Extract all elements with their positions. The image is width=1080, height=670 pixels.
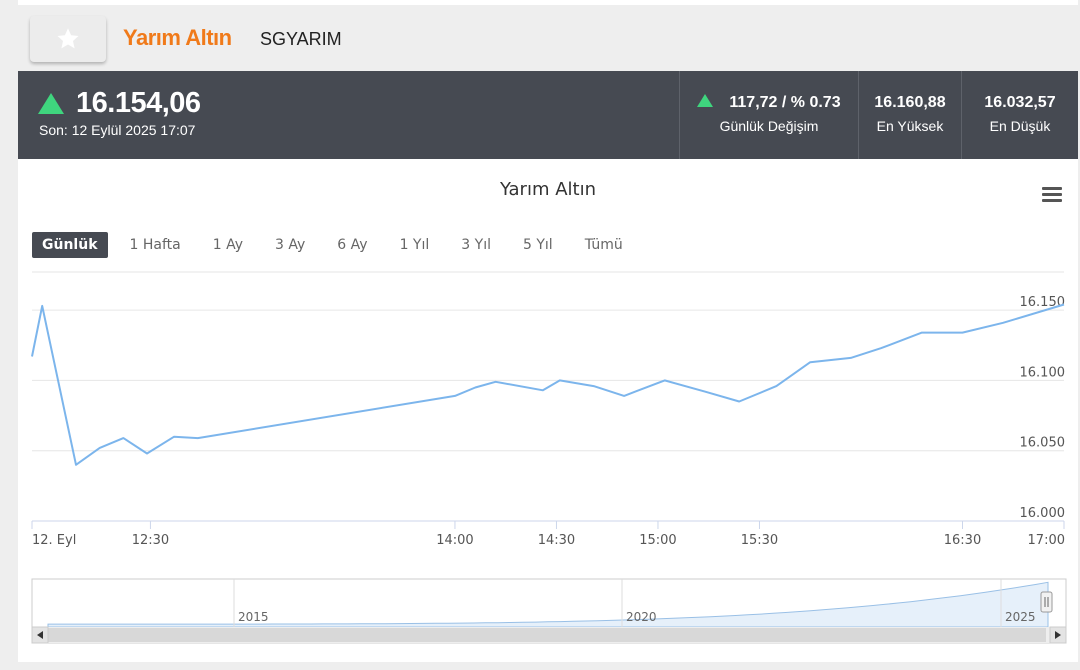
y-axis-tick-label: 16.050 (1020, 436, 1066, 451)
range-button-daily[interactable]: Günlük (32, 232, 108, 258)
hamburger-menu-icon[interactable] (1042, 187, 1062, 205)
x-axis-tick-label: 12:30 (132, 533, 169, 548)
day-high-cell: 16.160,88 En Yüksek (858, 71, 961, 159)
last-update-time: Son: 12 Eylül 2025 17:07 (39, 122, 196, 138)
drag-handle-icon[interactable] (1040, 591, 1053, 613)
daily-change-cell: 117,72 / % 0.73 Günlük Değişim (679, 71, 858, 159)
navigator[interactable]: 2015 2020 2025 (31, 578, 1067, 644)
instrument-header: Yarım Altın SGYARIM (18, 5, 1078, 71)
x-axis-tick-label: 15:30 (741, 533, 778, 548)
chart-title: Yarım Altın (500, 179, 596, 200)
range-button-3-months[interactable]: 3 Ay (265, 232, 315, 258)
up-arrow-icon (38, 93, 64, 114)
x-axis-tick-label: 14:00 (436, 533, 473, 548)
daily-change-label: Günlük Değişim (719, 118, 819, 134)
y-axis-tick-label: 16.150 (1020, 295, 1066, 310)
instrument-title: Yarım Altın (123, 25, 232, 50)
day-high-label: En Yüksek (876, 118, 944, 134)
instrument-symbol: SGYARIM (260, 29, 342, 49)
range-button-1-year[interactable]: 1 Yıl (390, 232, 440, 258)
x-axis-tick-label: 17:00 (1028, 533, 1065, 548)
x-axis-tick-label: 12. Eyl (32, 533, 76, 548)
arrow-right-icon[interactable] (1049, 626, 1067, 644)
day-low-label: En Düşük (989, 118, 1051, 134)
last-price: 16.154,06 (76, 87, 201, 119)
star-icon (57, 28, 79, 49)
daily-change-value: 117,72 / % 0.73 (680, 94, 858, 112)
range-button-3-years[interactable]: 3 Yıl (451, 232, 501, 258)
quote-bar: 16.154,06 Son: 12 Eylül 2025 17:07 117,7… (18, 71, 1078, 159)
price-series-line (31, 303, 1065, 466)
favorite-button[interactable] (30, 16, 106, 62)
x-axis-tick-label: 15:00 (639, 533, 676, 548)
range-button-5-years[interactable]: 5 Yıl (513, 232, 563, 258)
up-arrow-icon (697, 94, 714, 107)
navigator-label: 2025 (1005, 610, 1036, 624)
range-button-1-week[interactable]: 1 Hafta (120, 232, 191, 258)
daily-change-text: 117,72 / % 0.73 (729, 94, 841, 111)
day-low-cell: 16.032,57 En Düşük (961, 71, 1078, 159)
range-selector: Günlük 1 Hafta 1 Ay 3 Ay 6 Ay 1 Yıl 3 Yı… (32, 232, 645, 258)
arrow-left-icon[interactable] (31, 626, 49, 644)
x-axis-tick-label: 14:30 (538, 533, 575, 548)
y-axis-tick-label: 16.000 (1020, 506, 1066, 521)
navigator-label: 2015 (238, 610, 269, 624)
range-button-6-months[interactable]: 6 Ay (327, 232, 377, 258)
y-axis-tick-label: 16.100 (1020, 365, 1066, 380)
range-button-all[interactable]: Tümü (575, 232, 633, 258)
range-button-1-month[interactable]: 1 Ay (203, 232, 253, 258)
price-block: 16.154,06 (38, 87, 201, 120)
x-axis-tick-label: 16:30 (944, 533, 981, 548)
scrollbar-thumb[interactable] (48, 628, 1046, 642)
day-high-value: 16.160,88 (874, 94, 946, 111)
chart-card: 16.000 16.050 16.100 16.150 12. Eyl 12:30 14:… (18, 159, 1078, 662)
day-low-value: 16.032,57 (984, 94, 1056, 111)
navigator-label: 2020 (626, 610, 657, 624)
